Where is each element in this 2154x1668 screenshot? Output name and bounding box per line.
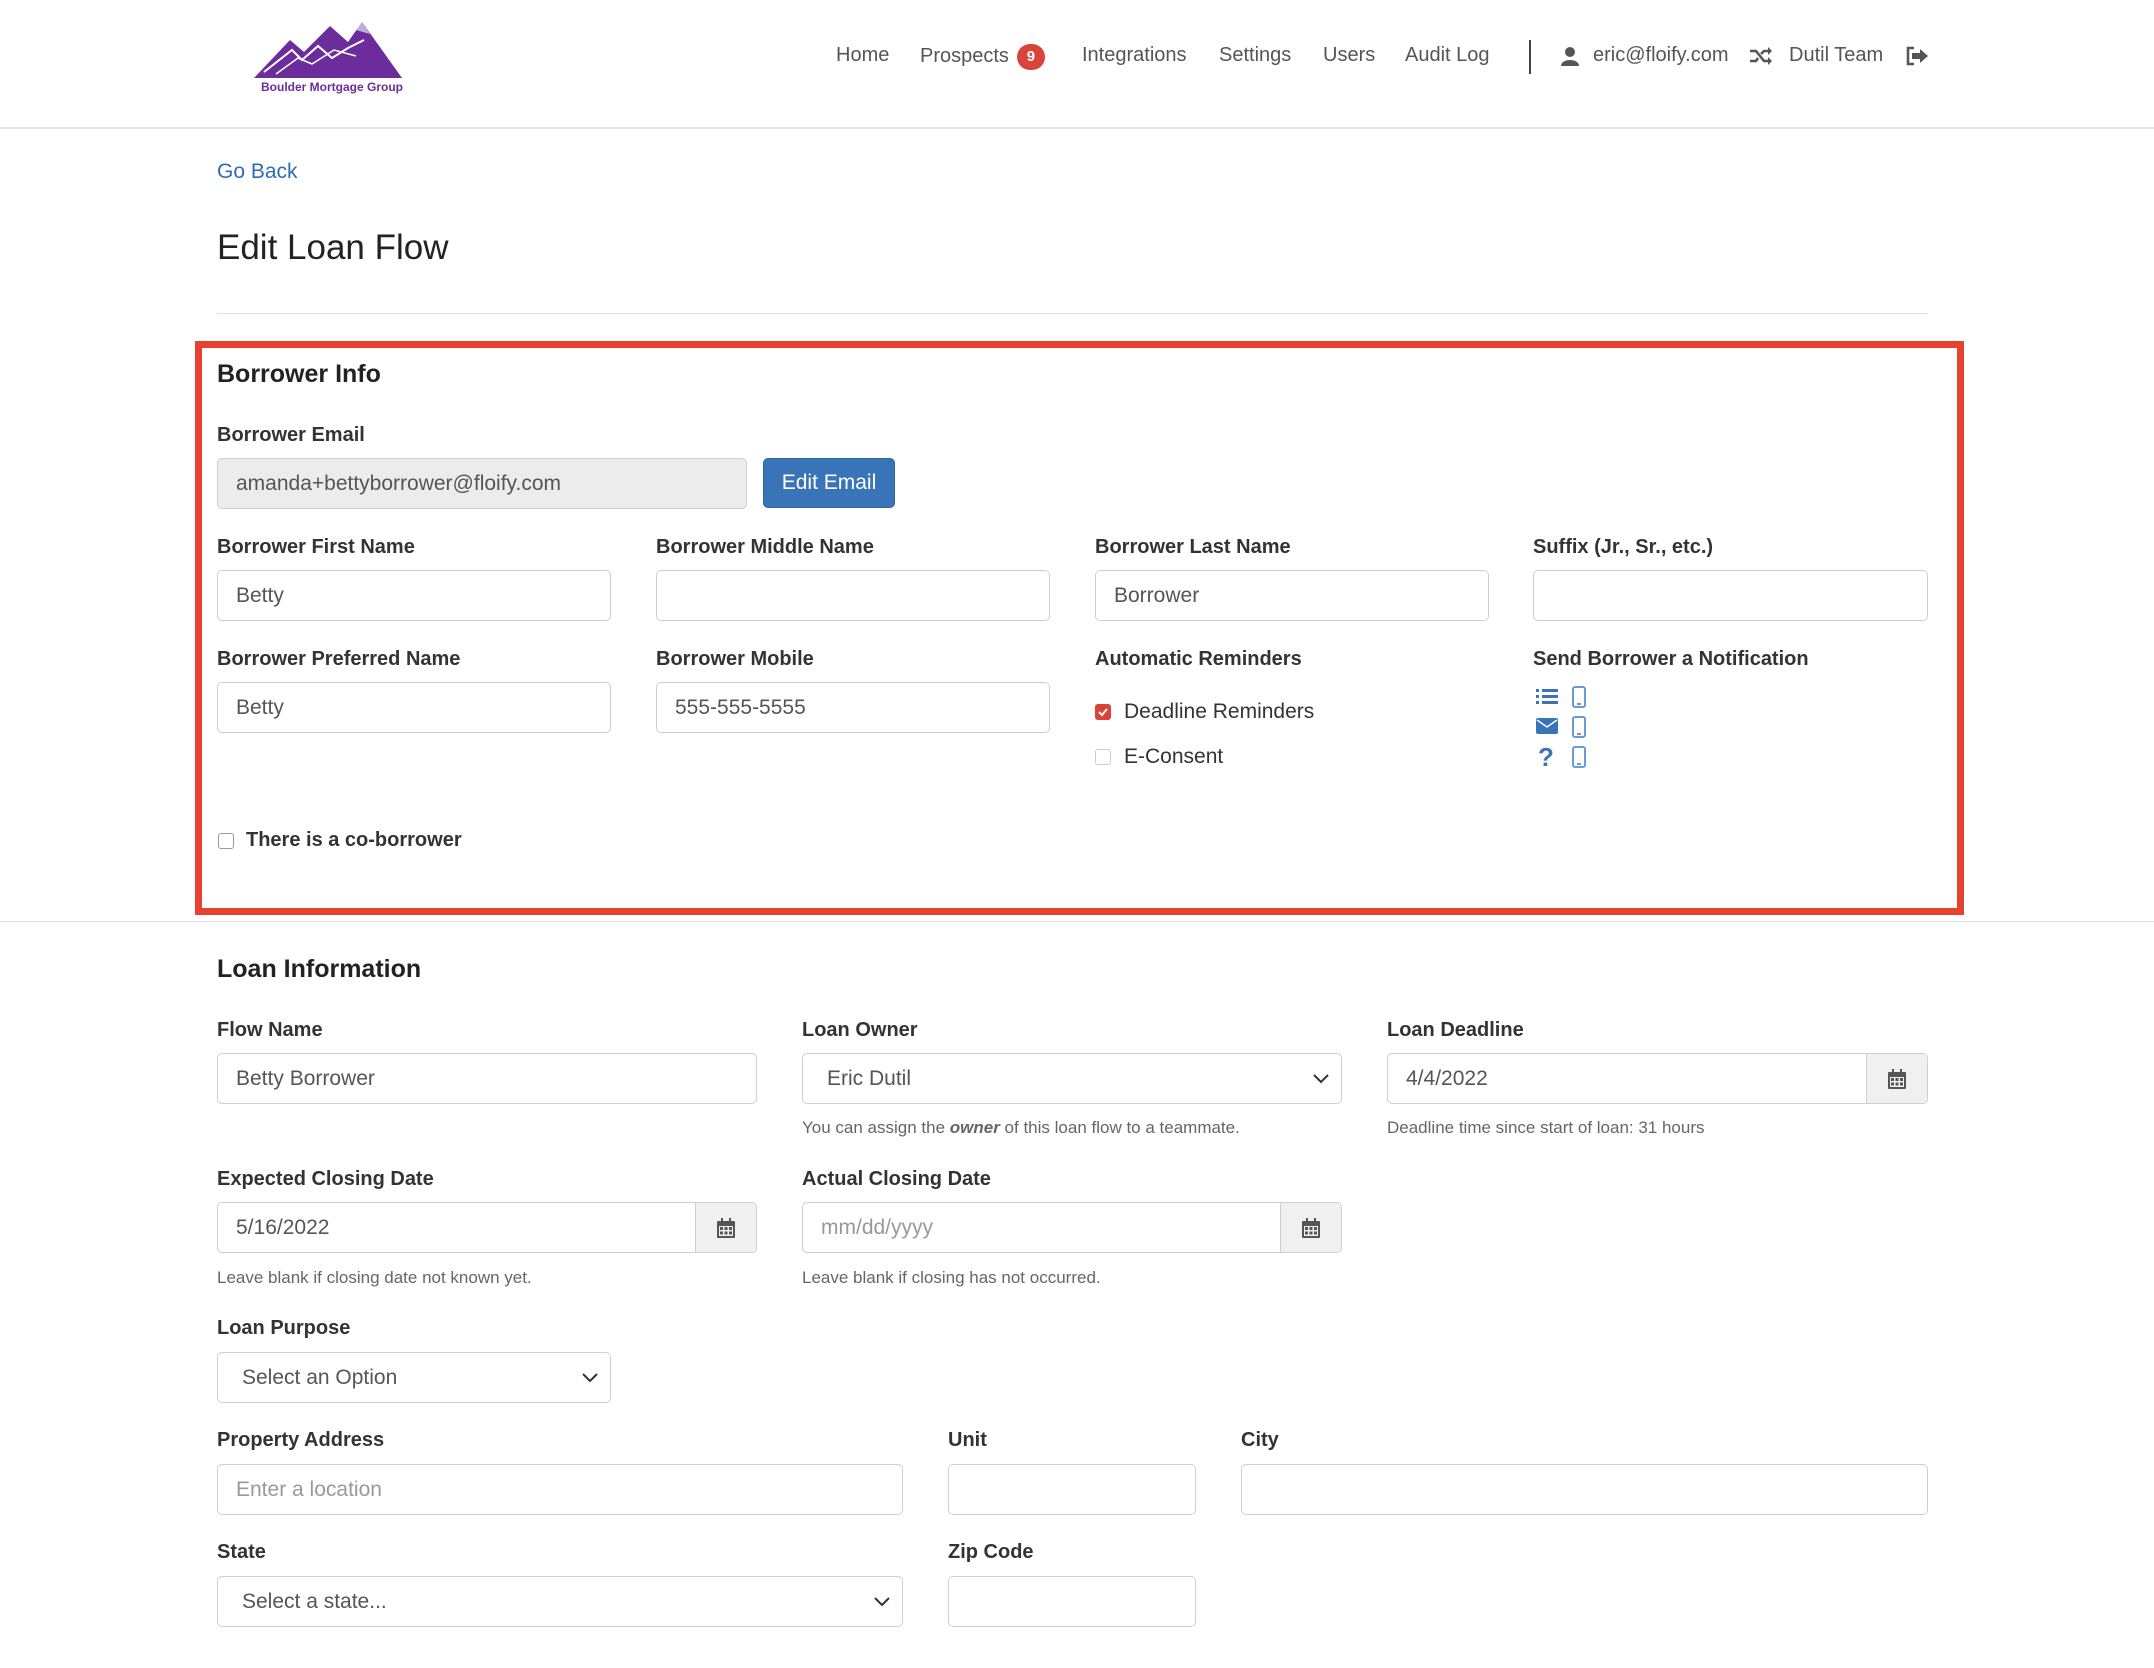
zip-code-label: Zip Code xyxy=(948,1541,1034,1563)
last-name-field[interactable]: Borrower xyxy=(1095,570,1489,621)
borrower-email-field: amanda+bettyborrower@floify.com xyxy=(217,458,747,509)
econsent-checkbox[interactable] xyxy=(1095,749,1111,765)
expected-closing-value: 5/16/2022 xyxy=(236,1216,330,1239)
mobile-field[interactable]: 555-555-5555 xyxy=(656,682,1050,733)
loan-owner-help-end: of this loan flow to a teammate. xyxy=(999,1118,1240,1137)
loan-deadline-value: 4/4/2022 xyxy=(1406,1067,1488,1090)
nav-home[interactable]: Home xyxy=(836,44,889,67)
title-divider xyxy=(217,313,1928,314)
envelope-icon[interactable] xyxy=(1536,718,1558,739)
nav-integrations[interactable]: Integrations xyxy=(1082,44,1187,67)
city-label: City xyxy=(1241,1429,1279,1451)
page-title: Edit Loan Flow xyxy=(217,228,449,267)
user-icon xyxy=(1561,46,1579,71)
company-logo[interactable]: Boulder Mortgage Group xyxy=(252,20,412,98)
state-value: Select a state... xyxy=(242,1590,387,1613)
deadline-reminders-checkbox[interactable] xyxy=(1095,704,1111,720)
nav-prospects[interactable]: Prospects 9 xyxy=(920,44,1045,70)
property-address-field[interactable]: Enter a location xyxy=(217,1464,903,1515)
flow-name-field[interactable]: Betty Borrower xyxy=(217,1053,757,1104)
section-divider xyxy=(0,921,2154,922)
loan-deadline-label: Loan Deadline xyxy=(1387,1019,1524,1041)
loan-deadline-help: Deadline time since start of loan: 31 ho… xyxy=(1387,1118,1705,1137)
loan-owner-value: Eric Dutil xyxy=(827,1067,912,1090)
deadline-reminders-label[interactable]: Deadline Reminders xyxy=(1124,700,1314,724)
mobile-label: Borrower Mobile xyxy=(656,648,814,670)
mobile-icon[interactable] xyxy=(1572,686,1586,713)
first-name-field[interactable]: Betty xyxy=(217,570,611,621)
loan-info-title: Loan Information xyxy=(217,955,422,983)
nav-users[interactable]: Users xyxy=(1323,44,1375,67)
loan-deadline-calendar-button[interactable] xyxy=(1866,1054,1927,1103)
loan-deadline-field[interactable]: 4/4/2022 xyxy=(1387,1053,1928,1104)
co-borrower-checkbox[interactable] xyxy=(218,833,234,849)
expected-closing-calendar-button[interactable] xyxy=(695,1203,756,1252)
mobile-icon[interactable] xyxy=(1572,716,1586,743)
middle-name-field[interactable] xyxy=(656,570,1050,621)
suffix-field[interactable] xyxy=(1533,570,1928,621)
automatic-reminders-label: Automatic Reminders xyxy=(1095,648,1302,670)
preferred-name-label: Borrower Preferred Name xyxy=(217,648,461,670)
calendar-icon xyxy=(1302,1218,1320,1238)
mountain-logo-icon xyxy=(254,22,402,78)
sign-out-icon[interactable] xyxy=(1906,46,1928,71)
check-icon xyxy=(1098,708,1108,717)
chevron-down-icon xyxy=(582,1373,598,1383)
preferred-name-field[interactable]: Betty xyxy=(217,682,611,733)
loan-purpose-value: Select an Option xyxy=(242,1366,398,1389)
nav-user-email[interactable]: eric@floify.com xyxy=(1593,44,1729,67)
actual-closing-field[interactable]: mm/dd/yyyy xyxy=(802,1202,1342,1253)
expected-closing-help: Leave blank if closing date not known ye… xyxy=(217,1268,532,1287)
unit-field[interactable] xyxy=(948,1464,1196,1515)
econsent-label[interactable]: E-Consent xyxy=(1124,745,1223,769)
loan-purpose-label: Loan Purpose xyxy=(217,1317,351,1339)
question-icon[interactable]: ? xyxy=(1538,744,1554,770)
property-address-placeholder: Enter a location xyxy=(236,1478,382,1501)
expected-closing-label: Expected Closing Date xyxy=(217,1168,434,1190)
list-icon[interactable] xyxy=(1536,688,1558,711)
logo-text: Boulder Mortgage Group xyxy=(261,80,403,94)
loan-owner-select[interactable]: Eric Dutil xyxy=(802,1053,1342,1104)
loan-owner-label: Loan Owner xyxy=(802,1019,918,1041)
nav-team[interactable]: Dutil Team xyxy=(1789,44,1883,67)
actual-closing-help: Leave blank if closing has not occurred. xyxy=(802,1268,1101,1287)
loan-purpose-select[interactable]: Select an Option xyxy=(217,1352,611,1403)
shuffle-icon[interactable] xyxy=(1750,47,1772,70)
actual-closing-placeholder: mm/dd/yyyy xyxy=(821,1216,934,1239)
property-address-label: Property Address xyxy=(217,1429,385,1451)
borrower-email-label: Borrower Email xyxy=(217,424,365,446)
nav-settings[interactable]: Settings xyxy=(1219,44,1291,67)
actual-closing-calendar-button[interactable] xyxy=(1280,1203,1341,1252)
expected-closing-field[interactable]: 5/16/2022 xyxy=(217,1202,757,1253)
unit-label: Unit xyxy=(948,1429,987,1451)
mobile-icon[interactable] xyxy=(1572,746,1586,773)
loan-owner-help-emphasis: owner xyxy=(949,1118,1000,1137)
state-select[interactable]: Select a state... xyxy=(217,1576,903,1627)
calendar-icon xyxy=(1888,1069,1906,1089)
city-field[interactable] xyxy=(1241,1464,1928,1515)
loan-owner-help: You can assign the owner of this loan fl… xyxy=(802,1118,1240,1138)
send-notification-label: Send Borrower a Notification xyxy=(1533,648,1809,670)
top-navbar: Boulder Mortgage Group Home Prospects 9 I… xyxy=(0,0,2154,129)
chevron-down-icon xyxy=(874,1597,890,1607)
edit-email-button[interactable]: Edit Email xyxy=(763,458,895,508)
state-label: State xyxy=(217,1541,266,1563)
chevron-down-icon xyxy=(1313,1074,1329,1084)
co-borrower-label[interactable]: There is a co-borrower xyxy=(246,829,462,852)
zip-code-field[interactable] xyxy=(948,1576,1196,1627)
middle-name-label: Borrower Middle Name xyxy=(656,536,874,558)
suffix-label: Suffix (Jr., Sr., etc.) xyxy=(1533,536,1714,558)
last-name-label: Borrower Last Name xyxy=(1095,536,1291,558)
nav-divider xyxy=(1529,40,1531,74)
nav-prospects-label: Prospects xyxy=(920,45,1009,67)
go-back-link[interactable]: Go Back xyxy=(217,160,298,184)
borrower-info-title: Borrower Info xyxy=(217,360,381,388)
calendar-icon xyxy=(717,1218,735,1238)
loan-owner-help-start: You can assign the xyxy=(802,1118,950,1137)
flow-name-label: Flow Name xyxy=(217,1019,323,1041)
nav-audit-log[interactable]: Audit Log xyxy=(1405,44,1490,67)
prospects-count-badge: 9 xyxy=(1016,44,1045,70)
first-name-label: Borrower First Name xyxy=(217,536,415,558)
actual-closing-label: Actual Closing Date xyxy=(802,1168,991,1190)
